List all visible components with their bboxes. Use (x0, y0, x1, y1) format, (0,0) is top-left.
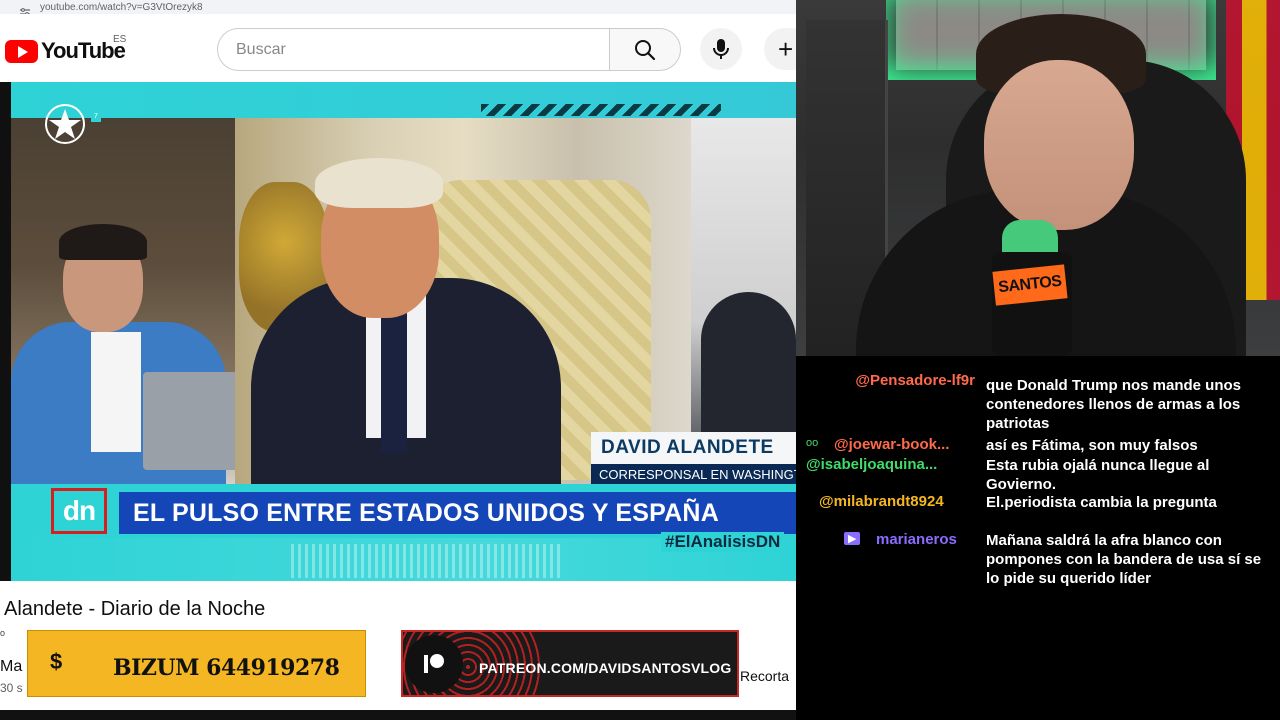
laptop (143, 372, 239, 470)
voice-search-button[interactable] (700, 28, 742, 70)
live-chat: @Pensadore-lf9r que Donald Trump nos man… (796, 356, 1280, 720)
chat-username[interactable]: @Pensadore-lf9r (855, 372, 975, 389)
headline-box: EL PULSO ENTRE ESTADOS UNIDOS Y ESPAÑA (119, 492, 796, 534)
chat-text: así es Fátima, son muy falsos (986, 437, 1198, 454)
patreon-overlay: PATREON.COM/DAVIDSANTOSVLOG (401, 630, 739, 697)
role-plate: CORRESPONSAL EN WASHINGTON (591, 464, 796, 484)
hashtag: #ElAnalisisDN (661, 532, 785, 552)
chat-username[interactable]: @milabrandt8924 (819, 493, 944, 510)
youtube-pane: youtube.com/watch?v=G3VtOrezyk8 YouTube … (0, 0, 796, 720)
chat-badge-icon: ▶ (844, 532, 861, 545)
chat-text: El.periodista cambia la pregunta (986, 494, 1217, 511)
channel-star-icon (45, 104, 85, 144)
program-logo-text: dn (62, 495, 96, 526)
youtube-header: YouTube ES + (0, 14, 796, 82)
webcam-feed: SANTOS (796, 0, 1280, 356)
chat-username[interactable]: @joewar-book... (834, 436, 949, 453)
search-icon (635, 39, 656, 60)
clip-button[interactable]: Recorta (740, 668, 789, 684)
subscriber-count: 30 s (0, 681, 23, 695)
microphone-icon (713, 39, 729, 59)
video-player[interactable]: 7 DAVID ALANDETE CORRESPONSAL EN WASHING… (0, 82, 796, 581)
video-frame: 7 DAVID ALANDETE CORRESPONSAL EN WASHING… (11, 82, 796, 581)
bottom-strip (0, 710, 796, 720)
site-info-icon[interactable] (20, 3, 30, 16)
youtube-play-icon (5, 39, 38, 63)
headline-text: EL PULSO ENTRE ESTADOS UNIDOS Y ESPAÑA (133, 498, 719, 527)
broadcast-stripes (481, 104, 721, 116)
truncated-char: o (0, 628, 6, 638)
channel-number: 7 (91, 112, 101, 122)
video-title: Alandete - Diario de la Noche (4, 598, 266, 620)
name-plate: DAVID ALANDETE (591, 432, 796, 464)
address-url[interactable]: youtube.com/watch?v=G3VtOrezyk8 (40, 2, 203, 13)
program-logo: dn (51, 488, 107, 534)
plus-icon: + (778, 34, 794, 64)
dollar-icon: $ (50, 649, 63, 674)
patreon-text: PATREON.COM/DAVIDSANTOSVLOG (479, 660, 732, 676)
role-plate-text: CORRESPONSAL EN WASHINGTON (599, 466, 796, 482)
chat-text: que Donald Trump nos mande unos contened… (986, 377, 1242, 432)
patreon-logo-icon (405, 635, 463, 693)
create-button[interactable]: + (764, 28, 796, 70)
streamer-face (984, 60, 1134, 230)
bizum-text: BIZUM 644919278 (113, 655, 340, 681)
chat-username[interactable]: @isabeljoaquina... (806, 456, 937, 473)
chat-text: Mañana saldrá la afra blanco con pompone… (986, 532, 1262, 587)
channel-name[interactable]: Ma (0, 658, 22, 676)
search-box[interactable] (217, 28, 610, 71)
chat-badge-icon: oo (806, 437, 819, 449)
name-plate-text: DAVID ALANDETE (601, 437, 774, 458)
search-button[interactable] (609, 28, 681, 71)
chat-username[interactable]: marianeros (876, 531, 957, 548)
mic-brand-text: SANTOS (997, 272, 1063, 297)
chat-text: Esta rubia ojalá nunca llegue al Goviern… (986, 457, 1210, 493)
search-input[interactable] (236, 40, 610, 59)
browser-address-bar[interactable]: youtube.com/watch?v=G3VtOrezyk8 (0, 0, 796, 16)
ticker-stripes (291, 544, 561, 578)
region-code: ES (113, 34, 127, 45)
speaker-figure (251, 158, 561, 490)
youtube-logo[interactable]: YouTube (5, 38, 126, 64)
bizum-overlay: $ BIZUM 644919278 (27, 630, 366, 697)
